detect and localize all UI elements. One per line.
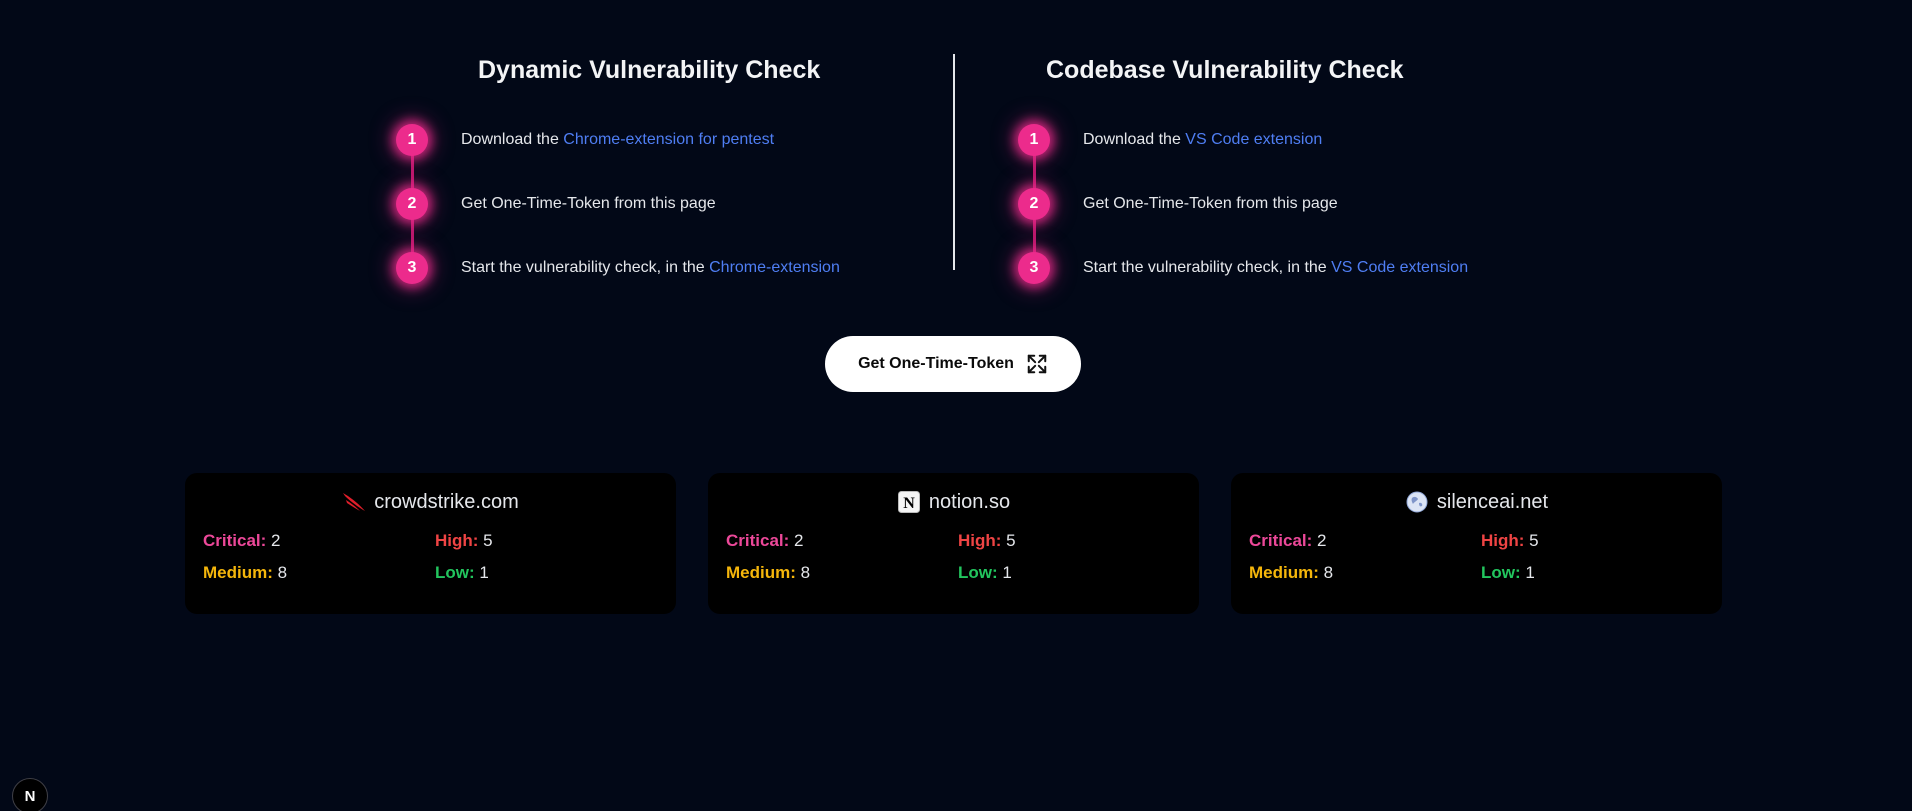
codebase-step-2: 2 Get One-Time-Token from this page <box>1010 172 1520 236</box>
stat-label: Medium: <box>203 563 273 582</box>
scan-card-crowdstrike[interactable]: crowdstrike.com Critical: 2 High: 5 Medi… <box>185 473 676 614</box>
dynamic-step-list: 1 Download the Chrome-extension for pent… <box>388 108 953 300</box>
stat-label: High: <box>435 531 479 550</box>
card-domain: notion.so <box>928 490 1011 513</box>
stat-high: High: 5 <box>1481 531 1681 551</box>
dynamic-check-column: Dynamic Vulnerability Check 1 Download t… <box>388 52 953 300</box>
step-number-badge: 1 <box>1018 124 1050 156</box>
stat-low: Low: 1 <box>1481 563 1681 583</box>
stat-value: 5 <box>1529 531 1539 550</box>
step-text-prefix: Start the vulnerability check, in the <box>1083 259 1332 276</box>
card-stats: Critical: 2 High: 5 Medium: 8 Low: 1 <box>203 531 658 583</box>
step-text: Get One-Time-Token from this page <box>1083 195 1338 212</box>
steps-section: Dynamic Vulnerability Check 1 Download t… <box>388 52 1524 300</box>
stat-value: 8 <box>277 563 288 582</box>
stat-value: 2 <box>1317 531 1327 550</box>
stat-label: Critical: <box>1249 531 1313 550</box>
stat-medium: Medium: 8 <box>726 563 958 583</box>
codebase-check-title: Codebase Vulnerability Check <box>1046 56 1404 84</box>
card-domain: crowdstrike.com <box>374 490 519 513</box>
chrome-extension-download-link[interactable]: Chrome-extension for pentest <box>563 131 774 148</box>
codebase-step-list: 1 Download the VS Code extension 2 Get O… <box>1010 108 1520 300</box>
stat-label: Low: <box>958 563 998 582</box>
stat-high: High: 5 <box>958 531 1158 551</box>
card-header: N notion.so <box>726 489 1181 515</box>
globe-logo-icon <box>1405 490 1429 514</box>
stat-label: Low: <box>1481 563 1521 582</box>
scan-card-silenceai[interactable]: silenceai.net Critical: 2 High: 5 Medium… <box>1231 473 1722 614</box>
step-number-badge: 1 <box>396 124 428 156</box>
step-number-badge: 2 <box>1018 188 1050 220</box>
step-text: Get One-Time-Token from this page <box>461 195 716 212</box>
dynamic-step-3: 3 Start the vulnerability check, in the … <box>388 236 953 300</box>
stat-label: Low: <box>435 563 475 582</box>
step-text: Download the Chrome-extension for pentes… <box>461 131 774 149</box>
expand-icon <box>1027 354 1047 374</box>
stat-value: 5 <box>1006 531 1016 550</box>
stat-low: Low: 1 <box>435 563 635 583</box>
stat-value: 8 <box>800 563 811 582</box>
scan-results-cards: crowdstrike.com Critical: 2 High: 5 Medi… <box>185 473 1722 614</box>
stat-medium: Medium: 8 <box>203 563 435 583</box>
step-text: Download the VS Code extension <box>1083 131 1322 149</box>
stat-value: 1 <box>1002 563 1012 582</box>
step-text-prefix: Start the vulnerability check, in the <box>461 259 710 276</box>
dynamic-step-2: 2 Get One-Time-Token from this page <box>388 172 953 236</box>
dynamic-check-title: Dynamic Vulnerability Check <box>478 56 821 84</box>
scan-card-notion[interactable]: N notion.so Critical: 2 High: 5 Medium: … <box>708 473 1199 614</box>
card-stats: Critical: 2 High: 5 Medium: 8 Low: 1 <box>1249 531 1704 583</box>
stat-high: High: 5 <box>435 531 635 551</box>
stat-label: High: <box>958 531 1002 550</box>
step-text-prefix: Download the <box>1083 131 1186 148</box>
step-number-badge: 2 <box>396 188 428 220</box>
stat-value: 5 <box>483 531 493 550</box>
get-one-time-token-label: Get One-Time-Token <box>858 355 1014 372</box>
stat-label: High: <box>1481 531 1525 550</box>
stat-medium: Medium: 8 <box>1249 563 1481 583</box>
card-stats: Critical: 2 High: 5 Medium: 8 Low: 1 <box>726 531 1181 583</box>
notion-logo-icon: N <box>897 490 921 514</box>
step-number-badge: 3 <box>396 252 428 284</box>
stat-value: 1 <box>479 563 489 582</box>
stat-label: Medium: <box>726 563 796 582</box>
page: Dynamic Vulnerability Check 1 Download t… <box>0 0 1912 811</box>
step-text: Start the vulnerability check, in the Ch… <box>461 259 840 277</box>
codebase-step-3: 3 Start the vulnerability check, in the … <box>1010 236 1520 300</box>
vscode-extension-link[interactable]: VS Code extension <box>1331 259 1468 276</box>
codebase-step-1: 1 Download the VS Code extension <box>1010 108 1520 172</box>
card-header: silenceai.net <box>1249 489 1704 515</box>
codebase-check-column: Codebase Vulnerability Check 1 Download … <box>955 52 1520 300</box>
card-domain: silenceai.net <box>1436 490 1549 513</box>
stat-critical: Critical: 2 <box>203 531 435 551</box>
stat-label: Medium: <box>1249 563 1319 582</box>
stat-critical: Critical: 2 <box>726 531 958 551</box>
step-number-badge: 3 <box>1018 252 1050 284</box>
dynamic-step-1: 1 Download the Chrome-extension for pent… <box>388 108 953 172</box>
step-text-prefix: Download the <box>461 131 564 148</box>
vscode-extension-download-link[interactable]: VS Code extension <box>1185 131 1322 148</box>
n-logo-icon: N <box>24 787 36 805</box>
stat-value: 2 <box>271 531 281 550</box>
stat-low: Low: 1 <box>958 563 1158 583</box>
crowdstrike-logo-icon <box>342 490 366 514</box>
stat-critical: Critical: 2 <box>1249 531 1481 551</box>
chrome-extension-link[interactable]: Chrome-extension <box>709 259 840 276</box>
stat-value: 1 <box>1525 563 1535 582</box>
stat-value: 8 <box>1323 563 1334 582</box>
get-one-time-token-button[interactable]: Get One-Time-Token <box>825 336 1081 392</box>
stat-label: Critical: <box>726 531 790 550</box>
card-header: crowdstrike.com <box>203 489 658 515</box>
stat-label: Critical: <box>203 531 267 550</box>
step-text: Start the vulnerability check, in the VS… <box>1083 259 1468 277</box>
nextjs-dev-badge[interactable]: N <box>12 778 48 811</box>
svg-text:N: N <box>903 495 915 512</box>
stat-value: 2 <box>794 531 804 550</box>
